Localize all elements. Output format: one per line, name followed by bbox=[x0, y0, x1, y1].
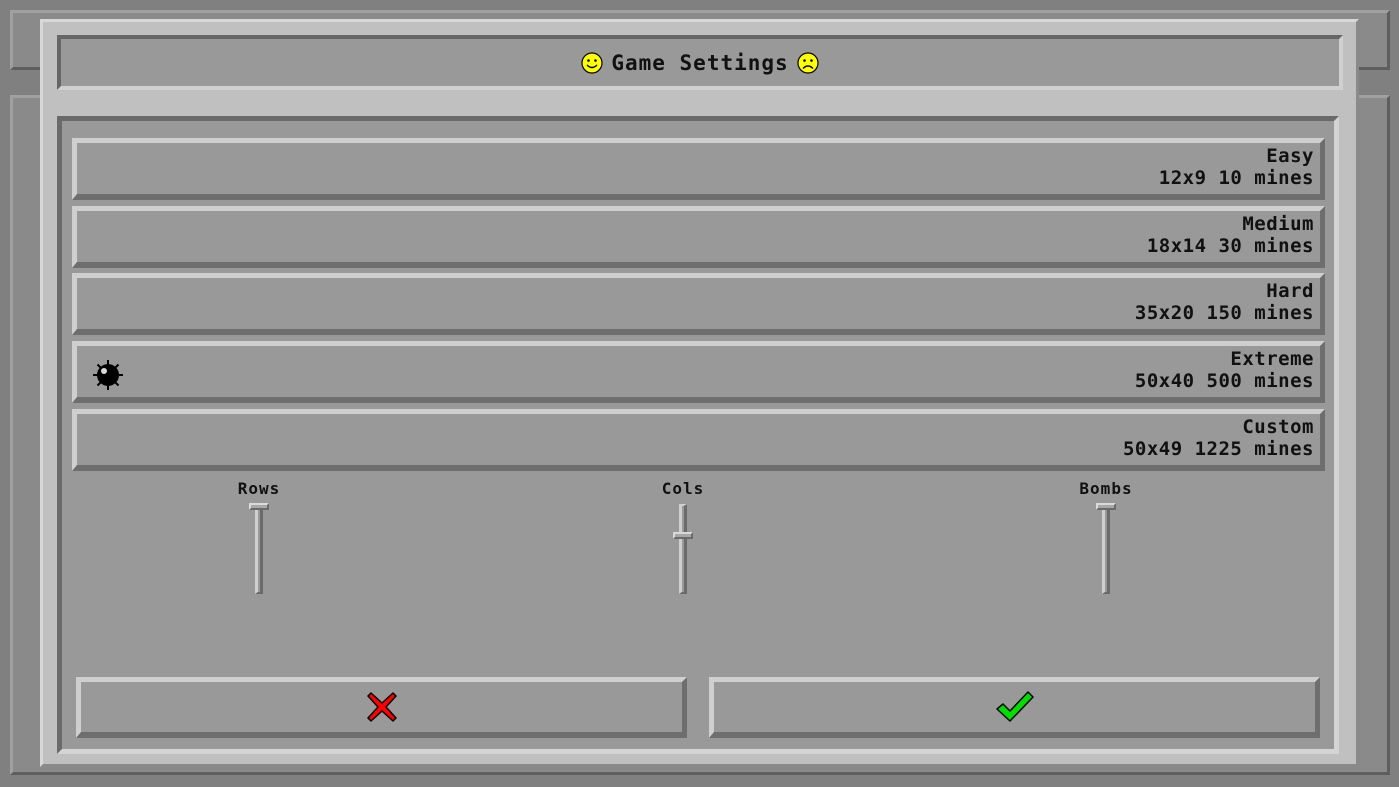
preset-name: Easy bbox=[1266, 145, 1314, 167]
cancel-button[interactable] bbox=[76, 677, 687, 738]
green-check-icon bbox=[995, 691, 1034, 722]
preset-name: Custom bbox=[1242, 416, 1314, 438]
bombs-slider-track[interactable] bbox=[1102, 504, 1110, 594]
preset-hard-label: Hard 35x20 150 mines bbox=[1135, 280, 1314, 324]
rows-slider-track[interactable] bbox=[255, 504, 263, 594]
rows-slider-thumb[interactable] bbox=[249, 503, 269, 510]
rows-label: Rows bbox=[237, 479, 281, 498]
preset-extreme-label: Extreme 50x40 500 mines bbox=[1135, 348, 1314, 392]
bombs-label: Bombs bbox=[1079, 479, 1133, 498]
preset-detail: 50x49 1225 mines bbox=[1122, 438, 1314, 460]
dialog-title: Game Settings bbox=[611, 50, 789, 75]
red-x-icon bbox=[366, 692, 397, 722]
preset-easy[interactable]: Easy 12x9 10 mines bbox=[72, 138, 1325, 200]
cols-slider-track[interactable] bbox=[679, 504, 687, 594]
smiley-face-icon bbox=[581, 51, 603, 74]
settings-content: Easy 12x9 10 mines Medium 18x14 30 mines… bbox=[57, 116, 1339, 754]
confirm-button[interactable] bbox=[709, 677, 1320, 738]
sad-face-icon bbox=[797, 51, 819, 74]
cols-slider-thumb[interactable] bbox=[673, 532, 693, 539]
preset-medium[interactable]: Medium 18x14 30 mines bbox=[72, 206, 1325, 268]
preset-detail: 50x40 500 mines bbox=[1134, 370, 1314, 392]
mine-icon bbox=[93, 360, 123, 390]
preset-detail: 35x20 150 mines bbox=[1134, 302, 1314, 324]
preset-name: Medium bbox=[1242, 213, 1314, 235]
preset-easy-label: Easy 12x9 10 mines bbox=[1159, 145, 1314, 189]
bombs-slider-thumb[interactable] bbox=[1096, 503, 1116, 510]
preset-medium-label: Medium 18x14 30 mines bbox=[1147, 213, 1314, 257]
preset-hard[interactable]: Hard 35x20 150 mines bbox=[72, 273, 1325, 335]
preset-detail: 12x9 10 mines bbox=[1158, 167, 1314, 189]
dialog-title-bar: Game Settings bbox=[57, 35, 1343, 90]
preset-extreme[interactable]: Extreme 50x40 500 mines bbox=[72, 341, 1325, 403]
settings-dialog: Game Settings Easy 12x9 10 mines Medium … bbox=[40, 19, 1359, 767]
preset-name: Extreme bbox=[1230, 348, 1314, 370]
preset-name: Hard bbox=[1266, 280, 1314, 302]
preset-custom[interactable]: Custom 50x49 1225 mines bbox=[72, 409, 1325, 471]
preset-detail: 18x14 30 mines bbox=[1146, 235, 1314, 257]
preset-custom-label: Custom 50x49 1225 mines bbox=[1123, 416, 1314, 460]
cols-label: Cols bbox=[661, 479, 705, 498]
